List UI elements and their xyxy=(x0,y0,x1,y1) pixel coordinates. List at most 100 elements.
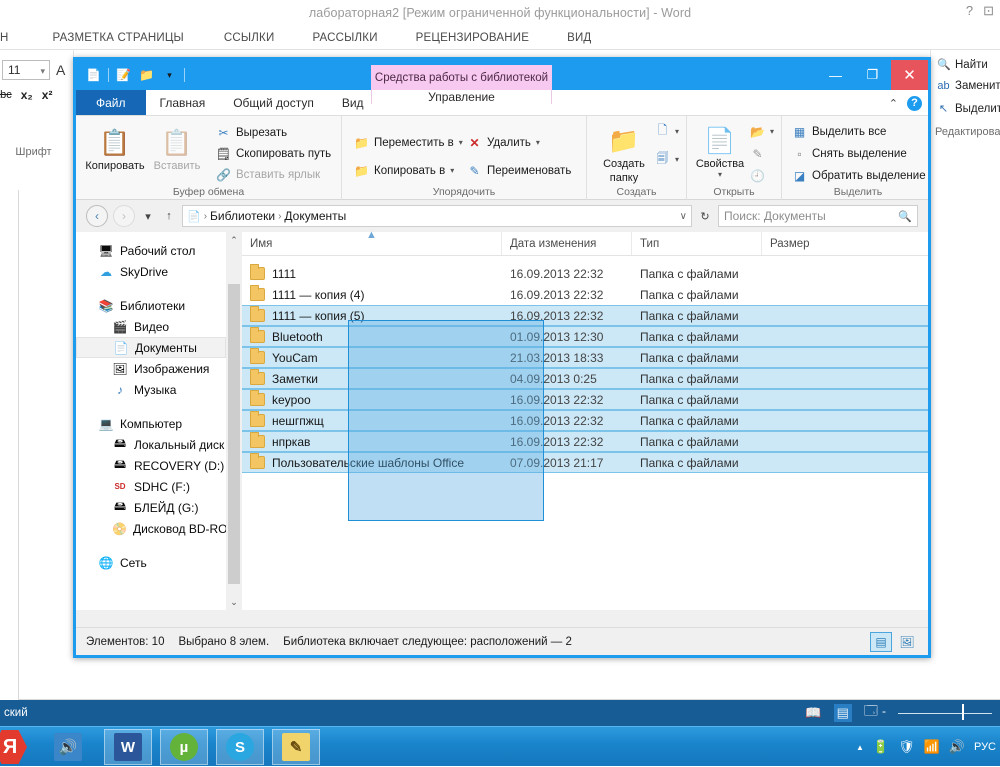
taskbar-item-utorrent[interactable]: µ xyxy=(160,729,208,765)
help-icon[interactable]: ? xyxy=(966,4,973,18)
file-list-pane[interactable]: ▲ Имя Дата изменения Тип Размер 1111 16.0… xyxy=(242,229,928,610)
explorer-title-bar[interactable]: 📄 📝 📁 ▾ Документы Средства работы с библ… xyxy=(76,60,928,90)
word-tab-page-layout[interactable]: РАЗМЕТКА СТРАНИЦЫ xyxy=(41,29,196,47)
sidebar-item-desktop[interactable]: 🖥 Рабочий стол xyxy=(76,240,226,261)
refresh-button[interactable]: ↻ xyxy=(697,210,713,223)
tab-share[interactable]: Общий доступ xyxy=(219,90,328,115)
folder-qat-icon[interactable]: 📁 xyxy=(138,67,155,84)
chevron-down-icon[interactable]: ▾ xyxy=(450,166,454,175)
sidebar-item-local-disk[interactable]: 🖴 Локальный диск xyxy=(76,434,226,455)
chevron-up-icon[interactable]: ⌃ xyxy=(889,97,898,110)
chevron-down-icon[interactable]: ∨ xyxy=(680,211,687,222)
zoom-handle[interactable] xyxy=(962,704,964,720)
select-none-button[interactable]: ▫ Снять выделение xyxy=(792,146,906,161)
table-row[interactable]: Bluetooth 01.09.2013 12:30 Папка с файлами xyxy=(242,326,928,347)
edit-button[interactable]: ✎ xyxy=(750,146,765,161)
sidebar-item-recovery[interactable]: 🖴 RECOVERY (D:) xyxy=(76,455,226,476)
word-language-indicator[interactable]: ский xyxy=(0,707,28,719)
large-icons-view-button[interactable]: 🖼 xyxy=(896,632,918,652)
table-row[interactable]: нпркав 16.09.2013 22:32 Папка с файлами xyxy=(242,431,928,452)
table-row[interactable]: нешгпжщ 16.09.2013 22:32 Папка с файлами xyxy=(242,410,928,431)
details-view-button[interactable]: ▤ xyxy=(870,631,892,652)
open-with-button[interactable]: 📂 ▾ xyxy=(750,124,774,139)
word-zoom-slider[interactable]: - xyxy=(882,704,1000,720)
tab-file[interactable]: Файл xyxy=(76,90,146,115)
zoom-out-icon[interactable]: - xyxy=(882,704,886,718)
table-row[interactable]: keypoo 16.09.2013 22:32 Папка с файлами xyxy=(242,389,928,410)
customize-qat-icon[interactable]: ▾ xyxy=(161,67,178,84)
back-button[interactable]: ‹ xyxy=(86,205,108,227)
sidebar-item-libraries[interactable]: 📚 Библиотеки xyxy=(76,295,226,316)
sidebar-item-computer[interactable]: 💻 Компьютер xyxy=(76,413,226,434)
table-row[interactable]: Заметки 04.09.2013 0:25 Папка с файлами xyxy=(242,368,928,389)
recent-locations-icon[interactable]: ▾ xyxy=(140,210,156,223)
rename-button[interactable]: ✎ Переименовать xyxy=(467,163,571,178)
word-tab-0[interactable]: Н xyxy=(0,29,21,47)
chevron-down-icon[interactable]: ▾ xyxy=(718,170,722,179)
word-tab-view[interactable]: ВИД xyxy=(555,29,603,47)
word-find-button[interactable]: 🔍 Найти xyxy=(937,58,988,72)
chevron-down-icon[interactable]: ▾ xyxy=(675,155,679,164)
sidebar-item-bleid[interactable]: 🖴 БЛЕЙД (G:) xyxy=(76,497,226,518)
chevron-down-icon[interactable]: ▾ xyxy=(459,138,463,147)
chevron-down-icon[interactable]: ▾ xyxy=(40,66,45,77)
grow-font-icon[interactable]: A xyxy=(56,62,65,78)
chevron-down-icon[interactable]: ▾ xyxy=(675,127,679,136)
copy-button[interactable]: 📋 Копировать xyxy=(85,124,144,172)
word-select-button[interactable]: ↖ Выделить xyxy=(937,102,1000,116)
sidebar-item-music[interactable]: ♪ Музыка xyxy=(76,379,226,400)
tab-manage[interactable]: Управление xyxy=(371,90,552,104)
search-icon[interactable]: 🔍 xyxy=(898,210,912,223)
breadcrumb-item-libraries[interactable]: Библиотеки xyxy=(210,209,275,223)
security-shield-icon[interactable]: 🛡 xyxy=(898,739,915,755)
sidebar-item-documents[interactable]: 📄 Документы xyxy=(76,337,226,358)
scrollbar-thumb[interactable] xyxy=(228,284,240,584)
restore-window-icon[interactable]: ⊡ xyxy=(983,4,994,18)
table-row[interactable]: Пользовательские шаблоны Office 07.09.201… xyxy=(242,452,928,473)
scroll-down-button[interactable]: ⌄ xyxy=(226,594,242,610)
show-hidden-icons-icon[interactable]: ▲ xyxy=(856,743,864,752)
table-row[interactable]: 1111 16.09.2013 22:32 Папка с файлами xyxy=(242,263,928,284)
move-to-button[interactable]: 📁 Переместить в ▾ xyxy=(354,135,463,150)
font-size-input[interactable]: 11 ▾ xyxy=(2,60,50,80)
word-tab-review[interactable]: РЕЦЕНЗИРОВАНИЕ xyxy=(404,29,541,47)
up-button[interactable]: ↑ xyxy=(161,210,177,222)
chevron-down-icon[interactable]: ▾ xyxy=(536,138,540,147)
taskbar-item-paint[interactable]: ✎ xyxy=(272,729,320,765)
taskbar-item-word[interactable]: W xyxy=(104,729,152,765)
paste-button[interactable]: 📋 Вставить xyxy=(148,124,206,172)
sidebar-item-network[interactable]: 🌐 Сеть xyxy=(76,552,226,573)
column-header-name[interactable]: ▲ Имя xyxy=(242,229,502,255)
table-row[interactable]: 1111 — копия (4) 16.09.2013 22:32 Папка с … xyxy=(242,284,928,305)
minimize-button[interactable]: — xyxy=(817,60,854,90)
language-indicator[interactable]: РУС xyxy=(974,741,996,753)
delete-button[interactable]: ✕ Удалить ▾ xyxy=(467,135,540,150)
word-tab-references[interactable]: ССЫЛКИ xyxy=(212,29,287,47)
battery-icon[interactable]: 🔋 xyxy=(873,739,889,755)
print-layout-icon[interactable]: ▤ xyxy=(833,704,852,722)
properties-qat-icon[interactable]: 📄 xyxy=(85,67,102,84)
tab-home[interactable]: Главная xyxy=(146,90,220,115)
taskbar-item-skype[interactable]: S xyxy=(216,729,264,765)
scroll-up-button[interactable]: ⌃ xyxy=(226,232,242,248)
word-tab-mailings[interactable]: РАССЫЛКИ xyxy=(300,29,389,47)
maximize-button[interactable]: ❐ xyxy=(854,60,891,90)
history-button[interactable]: 🕘 xyxy=(750,168,765,183)
sidebar-item-bd-rom[interactable]: 📀 Дисковод BD-RO xyxy=(76,518,226,539)
properties-button[interactable]: 📄 Свойства ▾ xyxy=(691,122,749,179)
paste-shortcut-button[interactable]: 🔗 Вставить ярлык xyxy=(216,167,320,182)
search-input[interactable]: Поиск: Документы 🔍 xyxy=(718,205,918,227)
new-item-button[interactable]: 🗋 ▾ xyxy=(655,123,679,139)
new-folder-button[interactable]: 📁 Создать папку xyxy=(595,122,653,184)
read-mode-icon[interactable]: 📖 xyxy=(805,705,821,721)
help-icon[interactable]: ? xyxy=(907,95,922,111)
breadcrumb-item-documents[interactable]: Документы xyxy=(284,209,346,223)
cut-button[interactable]: ✂ Вырезать xyxy=(216,125,287,140)
taskbar-item-volume[interactable]: 🔊 xyxy=(44,729,92,765)
subscript-icon[interactable]: x₂ xyxy=(21,88,33,102)
forward-button[interactable]: › xyxy=(113,205,135,227)
navigation-scrollbar[interactable]: ⌃ ⌄ xyxy=(226,232,242,610)
copy-path-button[interactable]: 🗒 Скопировать путь xyxy=(216,146,331,161)
close-button[interactable]: ✕ xyxy=(891,60,928,90)
chevron-down-icon[interactable]: ▾ xyxy=(770,127,774,136)
